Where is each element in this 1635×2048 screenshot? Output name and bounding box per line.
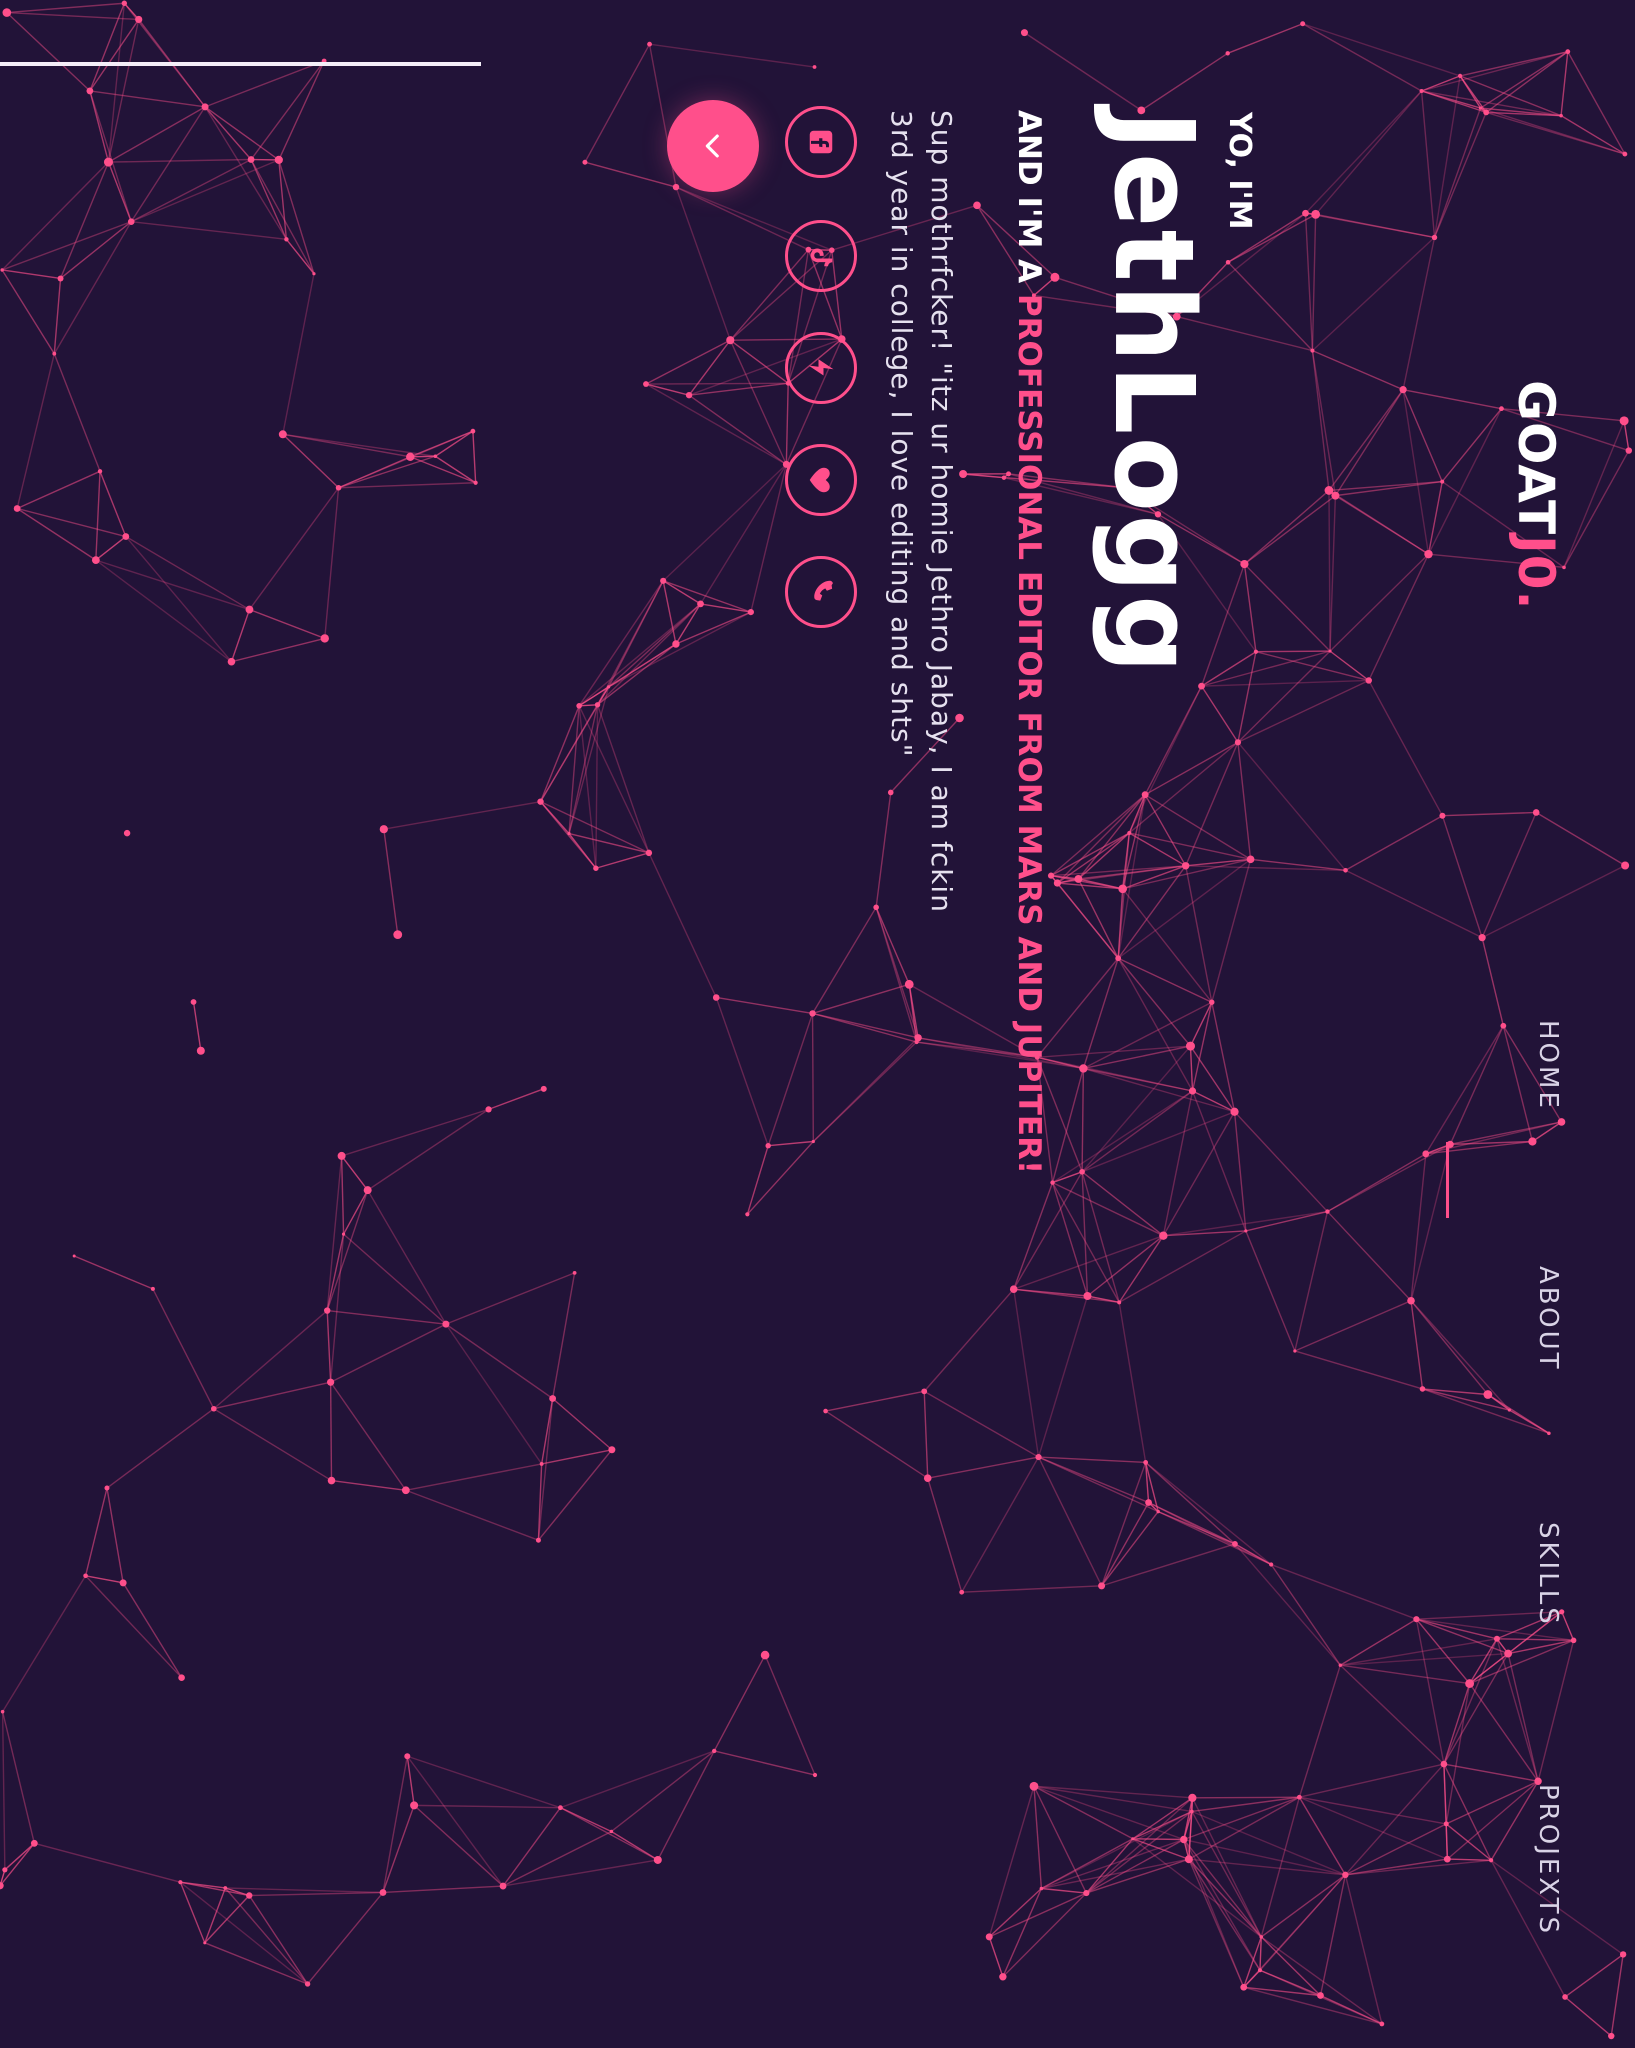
heart-icon (809, 467, 830, 493)
page: GOATJ0. HOME ABOUT SKILLS PROJEXTS YO, I… (0, 0, 1635, 2048)
social-link-heart[interactable] (785, 444, 857, 516)
hero-greeting: YO, I'M (1222, 112, 1257, 230)
main-nav: HOME ABOUT SKILLS PROJEXTS (1513, 0, 1563, 2048)
nav-item-about[interactable]: ABOUT (1533, 1266, 1563, 1372)
phone-icon (814, 580, 833, 601)
nav-item-projexts[interactable]: PROJEXTS (1533, 1784, 1563, 1936)
nav-active-indicator (1446, 1142, 1449, 1218)
lightning-icon (808, 359, 834, 376)
hero-tagline: AND I'M A PROFESSIONAL EDITOR FROM MARS … (1011, 110, 1047, 1174)
nav-item-home[interactable]: HOME (1533, 1020, 1563, 1111)
hero-bio: Sup mothrfcker! "itz ur homie Jethro Jab… (885, 110, 958, 913)
tagline-highlight: PROFESSIONAL EDITOR FROM MARS AND JUPITE… (1011, 293, 1047, 1175)
social-link-lightning[interactable] (785, 332, 857, 404)
chevron-down-icon (705, 134, 719, 158)
social-link-phone[interactable] (785, 556, 857, 628)
scroll-down-button[interactable] (667, 100, 759, 192)
hero-name: JethLogg (1090, 110, 1218, 676)
social-link-tiktok[interactable] (785, 220, 857, 292)
social-link-facebook[interactable] (785, 106, 857, 178)
facebook-icon (809, 130, 833, 154)
scroll-rail (0, 62, 481, 66)
tiktok-icon (810, 248, 833, 267)
tagline-prefix: AND I'M A (1011, 110, 1047, 294)
nav-item-skills[interactable]: SKILLS (1533, 1522, 1563, 1627)
